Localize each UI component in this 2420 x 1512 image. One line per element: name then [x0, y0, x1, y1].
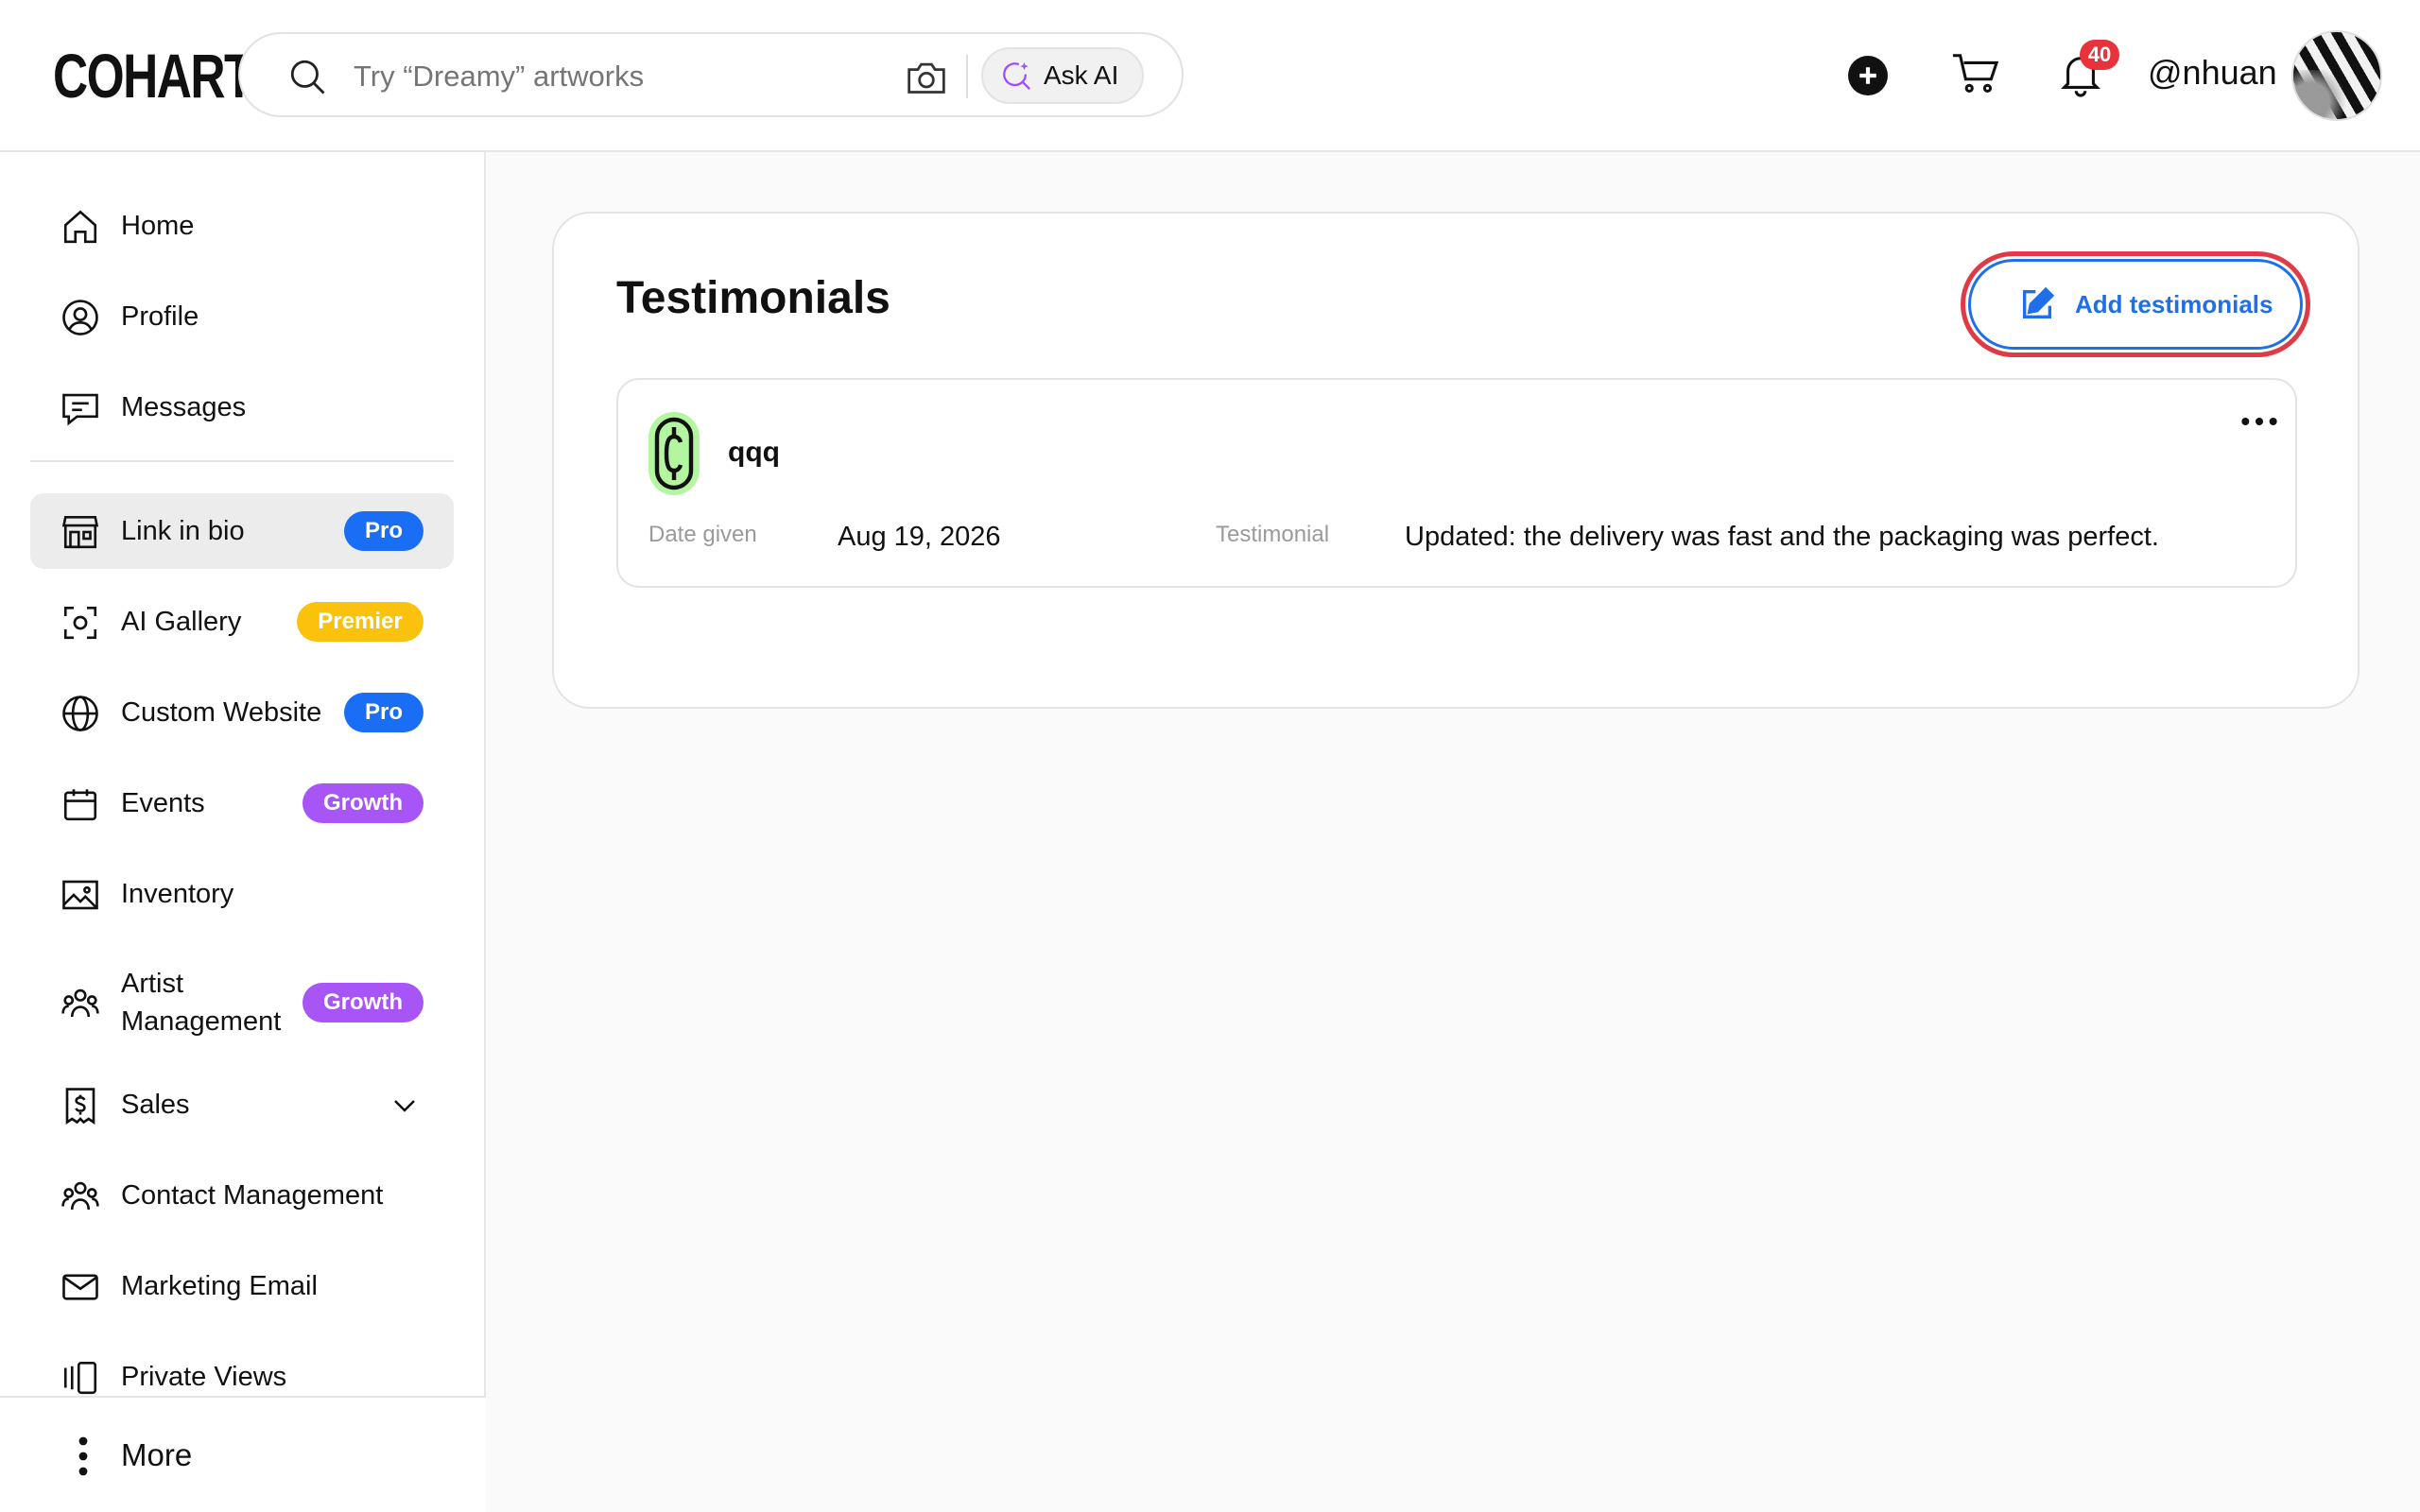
sidebar-item-contact-management[interactable]: Contact Management [30, 1158, 454, 1233]
camera-icon[interactable] [906, 57, 947, 96]
growth-badge: Growth [302, 783, 424, 823]
sidebar-item-label: AI Gallery [121, 607, 242, 637]
sidebar-item-label: Profile [121, 301, 199, 332]
username-label[interactable]: @nhuan [2148, 53, 2277, 93]
sidebar-item-marketing-email[interactable]: Marketing Email [30, 1248, 454, 1324]
growth-badge: Growth [302, 983, 424, 1022]
search-divider [966, 55, 968, 98]
sidebar-item-label: Marketing Email [121, 1271, 318, 1301]
mail-icon [62, 1274, 98, 1300]
ai-sparkle-search-icon [1003, 61, 1030, 90]
testimonial-label: Testimonial [1216, 522, 1330, 547]
home-icon [63, 210, 97, 244]
testimonial-card: qqq Date given Aug 19, 2026 Testimonial … [616, 378, 2297, 588]
sidebar-item-profile[interactable]: Profile [30, 279, 454, 354]
sidebar-item-label: Private Views [121, 1362, 287, 1392]
more-horizontal-icon[interactable] [2240, 412, 2278, 431]
receipt-dollar-icon [65, 1088, 95, 1125]
sidebar-item-sales[interactable]: Sales [30, 1067, 454, 1143]
premier-badge: Premier [297, 602, 424, 642]
cohart-logo[interactable]: COHART [53, 38, 253, 113]
edit-pencil-icon [2023, 286, 2055, 318]
sidebar-item-label: Sales [121, 1090, 190, 1120]
search-bar: Ask AI [238, 32, 1184, 117]
calendar-icon [63, 789, 97, 821]
sidebar-item-label: Messages [121, 392, 247, 422]
sidebar-item-label: Link in bio [121, 516, 245, 546]
private-views-icon [63, 1361, 97, 1395]
user-avatar[interactable] [2291, 30, 2382, 121]
sidebar-item-events[interactable]: Events Growth [30, 765, 454, 841]
ask-ai-button[interactable]: Ask AI [981, 47, 1144, 104]
sidebar-item-link-in-bio[interactable]: Link in bio Pro [30, 493, 454, 569]
sidebar-divider [30, 460, 454, 462]
more-vertical-icon [78, 1436, 88, 1476]
sidebar: Home Profile Messages Link in bio Pro AI… [0, 152, 486, 1512]
page-title: Testimonials [616, 273, 890, 323]
messages-icon [62, 393, 98, 426]
sidebar-item-home[interactable]: Home [30, 188, 454, 264]
people-group-icon [61, 988, 99, 1018]
testimonial-text: Updated: the delivery was fast and the p… [1405, 522, 2159, 552]
globe-icon [62, 696, 98, 731]
ask-ai-label: Ask AI [1044, 60, 1119, 90]
sidebar-item-custom-website[interactable]: Custom Website Pro [30, 675, 454, 750]
chevron-down-icon[interactable] [389, 1091, 420, 1120]
sidebar-item-ai-gallery[interactable]: AI Gallery Premier [30, 584, 454, 660]
c-logo-icon [654, 417, 694, 490]
cohart-c-logo [648, 412, 700, 495]
profile-icon [62, 300, 98, 335]
sidebar-item-label: Inventory [121, 879, 234, 909]
pro-badge: Pro [344, 693, 424, 732]
contacts-group-icon [61, 1181, 99, 1211]
testimonials-panel: Testimonials Add testimonials qqq Date g… [552, 212, 2360, 709]
sidebar-more[interactable]: More [0, 1396, 486, 1512]
image-icon [62, 880, 98, 910]
pro-badge: Pro [344, 511, 424, 551]
sidebar-item-label: Custom Website [121, 697, 322, 728]
more-label: More [121, 1437, 193, 1472]
sidebar-item-label: Contact Management [121, 1180, 384, 1211]
add-testimonials-button[interactable]: Add testimonials [1968, 259, 2303, 350]
ai-gallery-scan-icon [63, 606, 97, 640]
add-testimonials-label: Add testimonials [2075, 289, 2273, 318]
sidebar-item-label: Artist Management [121, 969, 282, 1037]
testimonial-author: qqq [728, 437, 780, 468]
search-icon [290, 60, 325, 94]
sidebar-item-label: Home [121, 211, 195, 241]
cart-icon[interactable] [1951, 51, 1998, 96]
create-plus-icon[interactable] [1848, 56, 1888, 95]
storefront-icon [61, 515, 99, 549]
sidebar-item-artist-management[interactable]: Artist Management Growth [30, 955, 454, 1050]
sidebar-item-inventory[interactable]: Inventory [30, 856, 454, 932]
notification-count-badge: 40 [2080, 40, 2119, 70]
date-given-value: Aug 19, 2026 [838, 522, 1001, 552]
sidebar-item-label: Events [121, 788, 205, 818]
date-given-label: Date given [648, 522, 757, 547]
top-header: COHART Ask AI 40 @nhuan [0, 0, 2420, 152]
sidebar-item-messages[interactable]: Messages [30, 369, 454, 445]
